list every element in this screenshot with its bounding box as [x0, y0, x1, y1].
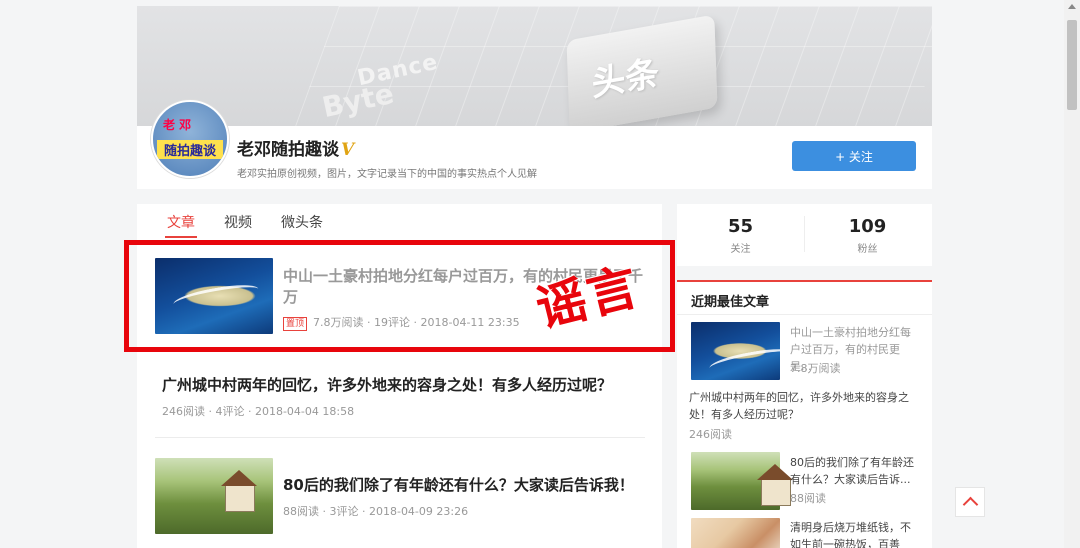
- best-item-title[interactable]: 80后的我们除了有年龄还有什么？大家读后告诉...: [790, 454, 920, 488]
- article-title[interactable]: 广州城中村两年的回忆，许多外地来的容身之处！有多人经历过呢？: [162, 375, 642, 396]
- following-label: 关注: [730, 244, 751, 255]
- followers-stat[interactable]: 109 粉丝: [804, 216, 931, 255]
- profile-name[interactable]: 老邓随拍趣谈 V: [237, 135, 354, 160]
- divider: [677, 314, 932, 315]
- article-meta: 88阅读 · 3评论 · 2018-04-09 23:26: [283, 505, 469, 518]
- best-item-title[interactable]: 清明身后烧万堆纸钱，不如生前一碗热饭，百善孝...: [790, 519, 920, 548]
- banner-tile-text: 头条: [591, 52, 660, 106]
- profile-bar: 老 邓 随拍趣谈 老邓随拍趣谈 V 老邓实拍原创视频，图片，文字记录当下的中国的事…: [137, 100, 932, 189]
- profile-description: 老邓实拍原创视频，图片，文字记录当下的中国的事实热点个人见解: [237, 169, 537, 180]
- followers-label: 粉丝: [857, 244, 878, 255]
- profile-name-text: 老邓随拍趣谈: [237, 140, 339, 160]
- scroll-up-arrow-icon[interactable]: [1068, 4, 1076, 9]
- avatar[interactable]: 老 邓 随拍趣谈: [151, 100, 229, 178]
- avatar-text-top: 老 邓: [163, 118, 192, 132]
- tab-bar: 文章 视频 微头条: [137, 204, 662, 240]
- active-tab-indicator: [165, 236, 197, 238]
- article-thumbnail[interactable]: [155, 458, 273, 534]
- follow-button[interactable]: + 关注: [792, 141, 916, 171]
- verified-icon: V: [341, 140, 355, 160]
- best-thumbnail[interactable]: [691, 518, 780, 548]
- best-thumbnail[interactable]: [691, 452, 793, 510]
- stats-panel: 55 关注 109 粉丝: [677, 204, 932, 266]
- avatar-text-main: 随拍趣谈: [157, 140, 223, 159]
- best-item-title[interactable]: 广州城中村两年的回忆，许多外地来的容身之处！有多人经历过呢？: [689, 389, 917, 423]
- tab-micro-posts[interactable]: 微头条: [281, 212, 323, 232]
- best-thumbnail[interactable]: [691, 322, 780, 380]
- article-meta: 246阅读 · 4评论 · 2018-04-04 18:58: [162, 405, 355, 418]
- scroll-thumb[interactable]: [1067, 20, 1077, 110]
- followers-count: 109: [848, 216, 887, 237]
- back-to-top-button[interactable]: [955, 487, 985, 517]
- tab-videos[interactable]: 视频: [224, 212, 252, 232]
- page-scrollbar[interactable]: [1064, 0, 1080, 548]
- tab-articles[interactable]: 文章: [167, 212, 195, 232]
- best-item-meta: 246阅读: [689, 428, 732, 441]
- divider: [155, 437, 645, 438]
- best-item-meta: 7.8万阅读: [790, 362, 841, 375]
- best-articles-title: 近期最佳文章: [691, 295, 770, 310]
- best-item-meta: 88阅读: [790, 492, 826, 505]
- cover-banner: Dance Byte 头条: [137, 6, 932, 126]
- best-articles-panel: 近期最佳文章 中山一土豪村拍地分红每户过百万，有的村民更是... 7.8万阅读 …: [677, 280, 932, 548]
- article-title[interactable]: 80后的我们除了有年龄还有什么？大家读后告诉我！: [283, 475, 653, 496]
- following-stat[interactable]: 55 关注: [677, 216, 804, 255]
- following-count: 55: [727, 216, 754, 237]
